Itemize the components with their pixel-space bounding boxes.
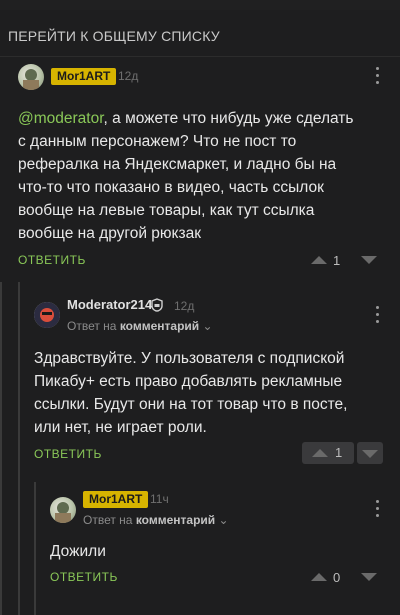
downvote-button[interactable] — [357, 442, 383, 464]
go-to-all-comments-link[interactable]: ПЕРЕЙТИ К ОБЩЕМУ СПИСКУ — [8, 28, 220, 44]
kebab-menu-icon[interactable] — [374, 500, 380, 518]
divider — [0, 56, 400, 57]
comment-line: Дожили — [50, 543, 106, 560]
comment-score: 0 — [333, 570, 341, 585]
comment-time: 12д — [174, 299, 195, 313]
reply-button[interactable]: ОТВЕТИТЬ — [18, 253, 86, 267]
comment-line: что-то что показано в видео, часть ссыло… — [18, 179, 324, 196]
parent-comment-link[interactable]: комментарий — [120, 319, 199, 333]
thread-line — [34, 482, 36, 615]
chevron-down-icon[interactable]: ⌄ — [219, 513, 229, 527]
comment-line: с данным персонажем? Что не пост то — [18, 133, 297, 150]
comment-line: ссылки. Будут они на тот товар что в пос… — [34, 396, 348, 413]
comment-time: 11ч — [150, 492, 169, 506]
downvote-icon — [362, 450, 378, 458]
thread-line — [0, 282, 2, 615]
comment-line: или нет, не играет роли. — [34, 419, 207, 436]
author-badge[interactable]: Mor1ART — [51, 68, 117, 85]
avatar[interactable] — [34, 302, 60, 328]
upvote-button[interactable]: 1 — [302, 442, 354, 464]
comment-body: Дожили — [50, 540, 370, 563]
avatar[interactable] — [18, 64, 44, 90]
upvote-icon — [312, 449, 328, 457]
comment-line: Здравствуйте. У пользователя с подпиской — [34, 350, 345, 367]
upvote-icon[interactable] — [311, 573, 327, 581]
comment-score: 1 — [335, 445, 343, 460]
comment-body: @moderator, а можете что нибудь уже сдел… — [18, 107, 388, 245]
comment-body: Здравствуйте. У пользователя с подпиской… — [34, 347, 390, 439]
comment-line: вообще на другой рюкзак — [18, 225, 202, 242]
comment-time: 12д — [118, 69, 139, 83]
downvote-icon[interactable] — [361, 256, 377, 264]
parent-comment-link[interactable]: комментарий — [136, 513, 215, 527]
reply-button[interactable]: ОТВЕТИТЬ — [34, 447, 102, 461]
reply-button[interactable]: ОТВЕТИТЬ — [50, 570, 118, 584]
kebab-menu-icon[interactable] — [374, 306, 380, 324]
downvote-icon[interactable] — [361, 573, 377, 581]
author-name[interactable]: Moderator214 — [67, 297, 152, 312]
author-badge[interactable]: Mor1ART — [83, 491, 149, 508]
mention-link[interactable]: @moderator — [18, 110, 104, 127]
moderator-shield-icon — [151, 298, 163, 312]
comment-line: вообще на левые товары, как тут ссылка — [18, 202, 315, 219]
chevron-down-icon[interactable]: ⌄ — [203, 319, 213, 333]
comment-line: рефералка на Яндексмаркет, и ладно бы на — [18, 156, 337, 173]
comment-line: @moderator, а можете что нибудь уже сдел… — [18, 107, 388, 130]
top-strip — [0, 0, 400, 10]
reply-to-line: Ответ на комментарий ⌄ — [83, 513, 229, 527]
reply-to-line: Ответ на комментарий ⌄ — [67, 319, 213, 333]
comment-text: , а можете что нибудь уже сделать — [103, 110, 354, 127]
comment-score: 1 — [333, 253, 341, 268]
kebab-menu-icon[interactable] — [374, 67, 380, 85]
thread-line — [18, 282, 20, 615]
avatar[interactable] — [50, 497, 76, 523]
upvote-icon[interactable] — [311, 256, 327, 264]
comment-line: Пикабу+ есть право добавлять рекламные — [34, 373, 343, 390]
